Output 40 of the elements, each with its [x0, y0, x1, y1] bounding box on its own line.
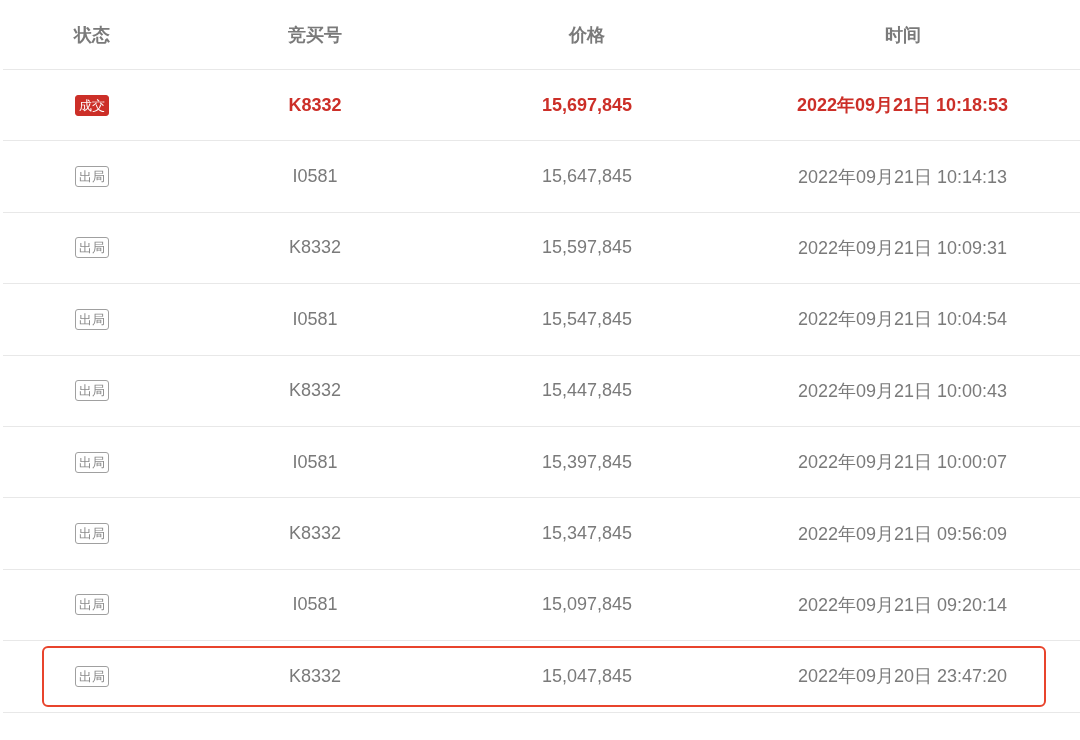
bidder-number: K8332	[288, 380, 342, 402]
status-badge: 出局	[75, 166, 109, 188]
status-badge: 出局	[75, 665, 109, 687]
bidder-number: I0581	[292, 308, 338, 330]
bidder-number: K8332	[288, 237, 342, 259]
bidder-number: K8332	[288, 665, 342, 687]
column-header: 价格	[569, 23, 605, 47]
status-badge: 出局	[75, 594, 109, 616]
status-badge: 出局	[75, 237, 109, 259]
bid-time: 2022年09月21日 10:00:43	[797, 379, 1008, 403]
status-badge: 成交	[75, 94, 109, 116]
price: 15,597,845	[541, 237, 633, 259]
price: 15,697,845	[541, 94, 633, 116]
bid-time: 2022年09月21日 09:20:14	[797, 593, 1008, 617]
bid-time: 2022年09月21日 10:09:31	[797, 236, 1008, 260]
price: 15,347,845	[541, 523, 633, 545]
column-header: 状态	[74, 23, 110, 47]
bid-time: 2022年09月21日 10:00:07	[797, 451, 1008, 475]
price: 15,047,845	[541, 665, 633, 687]
bid-time: 2022年09月21日 10:04:54	[797, 308, 1008, 332]
price: 15,097,845	[541, 594, 633, 616]
column-header: 竞买号	[288, 23, 342, 47]
status-badge: 出局	[75, 308, 109, 330]
bidder-number: I0581	[292, 166, 338, 188]
status-badge: 出局	[75, 451, 109, 473]
bid-time: 2022年09月21日 10:14:13	[797, 165, 1008, 189]
status-badge: 出局	[75, 523, 109, 545]
bidder-number: K8332	[288, 523, 342, 545]
price: 15,647,845	[541, 166, 633, 188]
bid-time: 2022年09月20日 23:47:20	[797, 665, 1008, 689]
status-badge: 出局	[75, 380, 109, 402]
bid-time: 2022年09月21日 09:56:09	[797, 522, 1008, 546]
price: 15,447,845	[541, 380, 633, 402]
price: 15,547,845	[541, 308, 633, 330]
bidder-number: K8332	[288, 94, 342, 116]
bidder-number: I0581	[292, 451, 338, 473]
price: 15,397,845	[541, 451, 633, 473]
column-header: 时间	[884, 23, 921, 47]
bidder-number: I0581	[292, 594, 338, 616]
bid-time: 2022年09月21日 10:18:53	[796, 94, 1009, 118]
